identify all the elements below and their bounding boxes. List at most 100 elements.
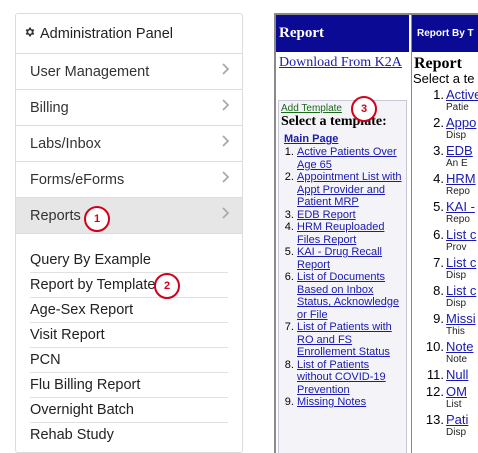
menu-item-label: User Management <box>30 63 150 80</box>
template-link[interactable]: HRM Reuploaded Files Report <box>297 221 384 246</box>
report-description: Patie <box>446 102 469 113</box>
report-link[interactable]: List c <box>446 283 476 298</box>
list-item: Missing Notes <box>297 396 406 409</box>
row-number: 2. <box>433 115 444 130</box>
list-item: Active Patients Over Age 65 <box>297 146 406 171</box>
template-link[interactable]: List of Patients without COVID-19 Preven… <box>297 359 386 396</box>
report-row: 7. List c Disp <box>412 256 478 284</box>
main-page-link[interactable]: Main Page <box>279 129 406 146</box>
report-row: 9. Missi This <box>412 312 478 340</box>
subitem-rehab-study[interactable]: Rehab Study <box>30 423 228 447</box>
report-description: Prov <box>446 242 467 253</box>
chevron-right-icon <box>221 63 230 75</box>
menu-item-forms-eforms[interactable]: Forms/eForms <box>16 162 242 198</box>
chevron-right-icon <box>221 207 230 219</box>
pane-subtitle: Select a te <box>413 71 475 86</box>
list-item: Appointment List with Appt Provider and … <box>297 171 406 209</box>
subitem-report-by-template[interactable]: Report by Template <box>30 273 228 298</box>
row-number: 7. <box>433 255 444 270</box>
report-link[interactable]: Active <box>446 87 478 102</box>
report-row: 13. Pati Disp <box>412 413 478 441</box>
template-link[interactable]: List of Patients with RO and FS Enrollem… <box>297 321 392 358</box>
row-number: 3. <box>433 143 444 158</box>
panel-header: Administration Panel <box>16 14 242 54</box>
subitem-pcn[interactable]: PCN <box>30 348 228 373</box>
menu-item-label: Forms/eForms <box>30 171 125 188</box>
template-box: Add Template Select a template: Main Pag… <box>278 100 407 453</box>
report-row: 10. Note Note <box>412 340 478 368</box>
report-row: 2. Appo Disp <box>412 116 478 144</box>
list-item: List of Patients without COVID-19 Preven… <box>297 359 406 397</box>
subitem-overnight-batch[interactable]: Overnight Batch <box>30 398 228 423</box>
row-number: 4. <box>433 171 444 186</box>
report-row: 5. KAI - Repo <box>412 200 478 228</box>
menu-item-label: Labs/Inbox <box>30 135 101 152</box>
report-row: 6. List c Prov <box>412 228 478 256</box>
report-description: Repo <box>446 186 470 197</box>
template-link[interactable]: KAI - Drug Recall Report <box>297 246 382 271</box>
report-by-template-pane: Report By T Report Select a te 1. Active P… <box>411 15 478 453</box>
row-number: 10. <box>425 339 444 354</box>
report-description: Disp <box>446 270 467 281</box>
row-number: 1. <box>433 87 444 102</box>
report-row: 12. OM List <box>412 385 478 413</box>
report-link[interactable]: List c <box>446 227 476 242</box>
menu-item-reports[interactable]: Reports <box>16 198 242 234</box>
report-link[interactable]: Missi <box>446 311 476 326</box>
list-item: EDB Report <box>297 209 406 222</box>
subitem-visit-report[interactable]: Visit Report <box>30 323 228 348</box>
report-link[interactable]: List c <box>446 255 476 270</box>
report-description: Disp <box>446 130 467 141</box>
report-link[interactable]: Note <box>446 339 473 354</box>
report-link[interactable]: HRM <box>446 171 476 186</box>
report-link[interactable]: Appo <box>446 115 476 130</box>
row-number: 11. <box>426 367 444 382</box>
template-link[interactable]: List of Documents Based on Inbox Status,… <box>297 271 399 321</box>
report-frame: Report Download From K2A Add Template Se… <box>274 13 478 453</box>
add-template-link[interactable]: Add Template <box>279 101 406 114</box>
subitem-query-by-example[interactable]: Query By Example <box>30 248 228 273</box>
menu-item-label: Reports <box>30 207 81 224</box>
report-link[interactable]: OM <box>446 384 467 399</box>
download-from-k2a-link[interactable]: Download From K2A <box>276 52 409 71</box>
report-description: Disp <box>446 427 467 438</box>
report-link[interactable]: EDB <box>446 143 473 158</box>
template-link[interactable]: Missing Notes <box>297 396 366 408</box>
step-badge-3: 3 <box>351 96 377 122</box>
report-row: 4. HRM Repo <box>412 172 478 200</box>
report-link[interactable]: Null <box>446 367 468 382</box>
list-item: List of Documents Based on Inbox Status,… <box>297 271 406 321</box>
menu-item-labs-inbox[interactable]: Labs/Inbox <box>16 126 242 162</box>
subitem-flu-billing-report[interactable]: Flu Billing Report <box>30 373 228 398</box>
pane-header: Report By T <box>412 15 478 52</box>
report-description: List <box>446 399 462 410</box>
report-description: An E <box>446 158 468 169</box>
row-number: 12. <box>425 384 444 399</box>
report-row: 8. List c Disp <box>412 284 478 312</box>
select-template-heading: Select a template: <box>281 114 387 129</box>
subitem-age-sex-report[interactable]: Age-Sex Report <box>30 298 228 323</box>
template-link[interactable]: Appointment List with Appt Provider and … <box>297 171 402 208</box>
report-description: Note <box>446 354 468 365</box>
report-link[interactable]: KAI - <box>446 199 475 214</box>
step-badge-1: 1 <box>84 206 110 232</box>
report-row: 1. Active Patie <box>412 88 478 116</box>
menu-item-billing[interactable]: Billing <box>16 90 242 126</box>
report-description: Repo <box>446 214 470 225</box>
report-row: 11. Null <box>412 368 478 385</box>
report-link[interactable]: Pati <box>446 412 468 427</box>
list-item: List of Patients with RO and FS Enrollem… <box>297 321 406 359</box>
template-link[interactable]: EDB Report <box>297 209 356 221</box>
chevron-right-icon <box>221 99 230 111</box>
step-badge-2: 2 <box>154 273 180 299</box>
menu-item-user-management[interactable]: User Management <box>16 54 242 90</box>
list-item: HRM Reuploaded Files Report <box>297 221 406 246</box>
row-number: 9. <box>433 311 444 326</box>
report-list: 1. Active Patie 2. Appo Disp 3. EDB An E 4. HRM Rep… <box>412 88 478 441</box>
row-number: 6. <box>433 227 444 242</box>
chevron-right-icon <box>221 171 230 183</box>
template-link[interactable]: Active Patients Over Age 65 <box>297 146 397 171</box>
report-description: Disp <box>446 298 467 309</box>
pane-title: Report <box>414 55 462 72</box>
report-row: 3. EDB An E <box>412 144 478 172</box>
